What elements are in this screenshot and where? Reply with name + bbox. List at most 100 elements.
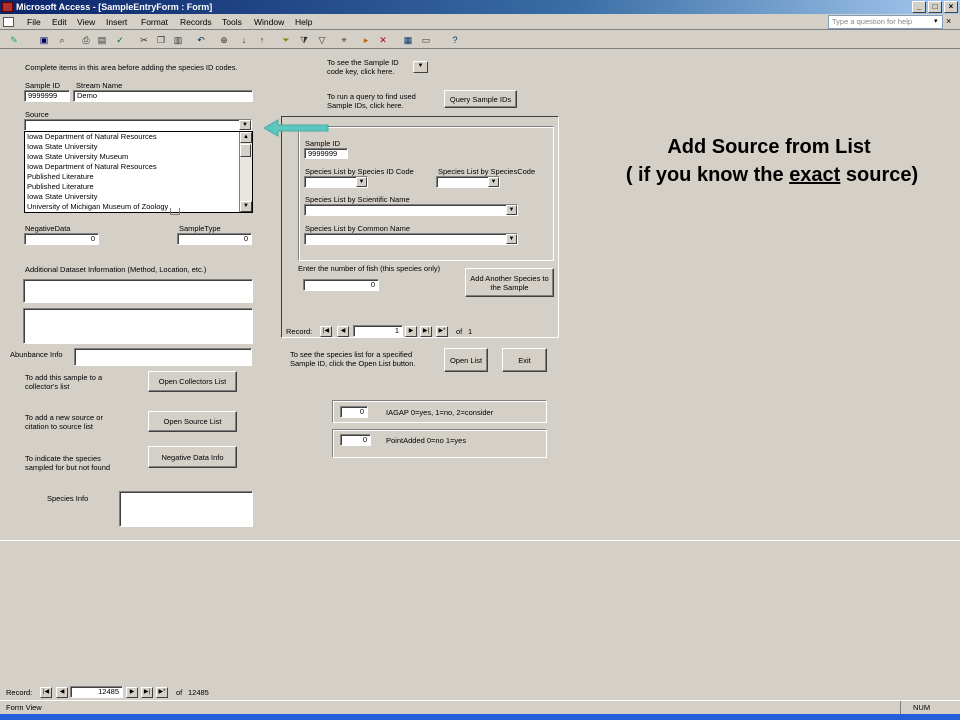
main-first-record-button[interactable]: |◀ (40, 687, 52, 698)
hyperlink-icon[interactable]: ⊕ (218, 34, 230, 46)
main-last-record-button[interactable]: ▶| (141, 687, 153, 698)
sort-ascending-icon[interactable]: ↓ (238, 34, 250, 46)
menu-file[interactable]: File (27, 16, 41, 28)
sample-id-key-button[interactable]: ▼ (413, 61, 428, 73)
chevron-down-icon: ▼ (358, 179, 365, 185)
species-by-sci-combobox[interactable] (304, 204, 518, 216)
source-combobox[interactable] (24, 119, 252, 131)
callout-emphasis: exact (789, 164, 841, 186)
hidden-field-fragment (170, 208, 180, 215)
fish-count-label: Enter the number of fish (this species o… (298, 264, 441, 273)
sort-descending-icon[interactable]: ↑ (256, 34, 268, 46)
list-item[interactable]: Iowa State University (25, 192, 238, 202)
scroll-thumb[interactable] (240, 144, 251, 157)
subform-record-field[interactable]: 1 (353, 325, 403, 337)
paste-icon[interactable]: ▥ (172, 34, 184, 46)
sample-id-field[interactable]: 9999999 (24, 90, 70, 102)
species-info-field[interactable] (119, 491, 253, 527)
menu-format[interactable]: Format (141, 16, 168, 28)
filter-by-form-icon[interactable]: ⧩ (298, 34, 310, 46)
previous-record-button[interactable]: ◀ (337, 326, 349, 337)
exit-button[interactable]: Exit (502, 348, 547, 372)
main-previous-record-button[interactable]: ◀ (56, 687, 68, 698)
negative-data-label: NegativeData (25, 224, 71, 233)
fish-count-field[interactable]: 0 (303, 279, 379, 291)
menu-view[interactable]: View (77, 16, 95, 28)
additional-info-field-2[interactable] (23, 308, 253, 344)
first-record-button[interactable]: |◀ (320, 326, 332, 337)
scroll-up-button[interactable]: ▲ (240, 132, 252, 143)
copy-icon[interactable]: ❐ (155, 34, 167, 46)
species-by-common-dropdown[interactable]: ▼ (506, 234, 517, 244)
sample-id-label: Sample ID (25, 81, 61, 90)
scroll-down-button[interactable]: ▼ (240, 201, 252, 212)
list-item[interactable]: Iowa Department of Natural Resources (25, 162, 238, 172)
main-record-field[interactable]: 12485 (70, 686, 123, 698)
list-item[interactable]: Iowa Department of Natural Resources (25, 132, 238, 142)
negative-text: To indicate the species sampled for but … (25, 454, 111, 472)
delete-record-icon[interactable]: ✕ (377, 34, 389, 46)
design-view-icon[interactable]: ✎ (8, 34, 20, 46)
species-by-code-dropdown[interactable]: ▼ (488, 177, 499, 187)
find-icon[interactable]: ⌖ (338, 34, 350, 46)
species-by-common-combobox[interactable] (304, 233, 518, 245)
new-record-button[interactable]: ▶* (436, 326, 448, 337)
close-button[interactable]: × (944, 1, 958, 13)
main-new-record-button[interactable]: ▶* (156, 687, 168, 698)
negative-data-field[interactable]: 0 (24, 233, 99, 245)
menu-tools[interactable]: Tools (222, 16, 242, 28)
subform-record-of: of (456, 327, 463, 336)
menu-edit[interactable]: Edit (52, 16, 67, 28)
minimize-button[interactable]: _ (912, 1, 926, 13)
chevron-down-icon[interactable]: ▾ (934, 17, 938, 25)
species-by-sci-dropdown[interactable]: ▼ (506, 205, 517, 215)
species-by-id-dropdown[interactable]: ▼ (356, 177, 367, 187)
menu-window[interactable]: Window (254, 16, 284, 28)
help-search-input[interactable]: Type a question for help (828, 15, 943, 29)
list-item[interactable]: University of Michigan Museum of Zoology (25, 202, 238, 212)
open-list-button[interactable]: Open List (444, 348, 488, 372)
sample-type-field[interactable]: 0 (177, 233, 252, 245)
query-sample-ids-button[interactable]: Query Sample IDs (444, 90, 517, 108)
filter-by-selection-icon[interactable]: ⏷ (280, 34, 292, 46)
sub-sample-id-field[interactable]: 9999999 (304, 148, 348, 159)
help-icon[interactable]: ? (449, 34, 461, 46)
iagap-field[interactable]: 0 (340, 406, 368, 418)
taskbar (0, 714, 960, 720)
search-file-icon[interactable]: ⌕ (56, 34, 68, 46)
database-window-icon[interactable]: ▦ (402, 34, 414, 46)
abundance-field[interactable] (74, 348, 252, 366)
negative-data-info-button[interactable]: Negative Data Info (148, 446, 237, 468)
save-icon[interactable]: ▣ (38, 34, 50, 46)
spelling-icon[interactable]: ✓ (114, 34, 126, 46)
main-next-record-button[interactable]: ▶ (126, 687, 138, 698)
num-lock-indicator: NUM (900, 701, 956, 714)
window-close-icon[interactable]: × (946, 16, 951, 26)
next-record-button[interactable]: ▶ (405, 326, 417, 337)
last-record-button[interactable]: ▶| (420, 326, 432, 337)
open-collectors-list-button[interactable]: Open Collectors List (148, 371, 237, 392)
menu-records[interactable]: Records (180, 16, 212, 28)
additional-info-field-1[interactable] (23, 279, 253, 303)
list-item[interactable]: Iowa State University (25, 142, 238, 152)
open-source-list-button[interactable]: Open Source List (148, 411, 237, 432)
list-item[interactable]: Iowa State University Museum (25, 152, 238, 162)
arrow-shape (262, 119, 329, 137)
menu-help[interactable]: Help (295, 16, 312, 28)
stream-name-field[interactable]: Demo (73, 90, 253, 102)
point-added-field[interactable]: 0 (340, 434, 371, 446)
cut-icon[interactable]: ✂ (138, 34, 150, 46)
undo-icon[interactable]: ↶ (195, 34, 207, 46)
print-preview-icon[interactable]: ▤ (96, 34, 108, 46)
source-options: Iowa Department of Natural Resources Iow… (25, 132, 238, 212)
apply-filter-icon[interactable]: ▽ (316, 34, 328, 46)
list-item[interactable]: Published Literature (25, 182, 238, 192)
new-record-icon[interactable]: ▸ (360, 34, 372, 46)
menu-insert[interactable]: Insert (106, 16, 127, 28)
maximize-button[interactable]: □ (928, 1, 942, 13)
add-another-species-button[interactable]: Add Another Species to the Sample (465, 268, 554, 297)
new-object-icon[interactable]: ▭ (420, 34, 432, 46)
print-icon[interactable]: ⎙ (80, 34, 92, 46)
source-dropdown-button[interactable]: ▼ (239, 120, 251, 130)
list-item[interactable]: Published Literature (25, 172, 238, 182)
